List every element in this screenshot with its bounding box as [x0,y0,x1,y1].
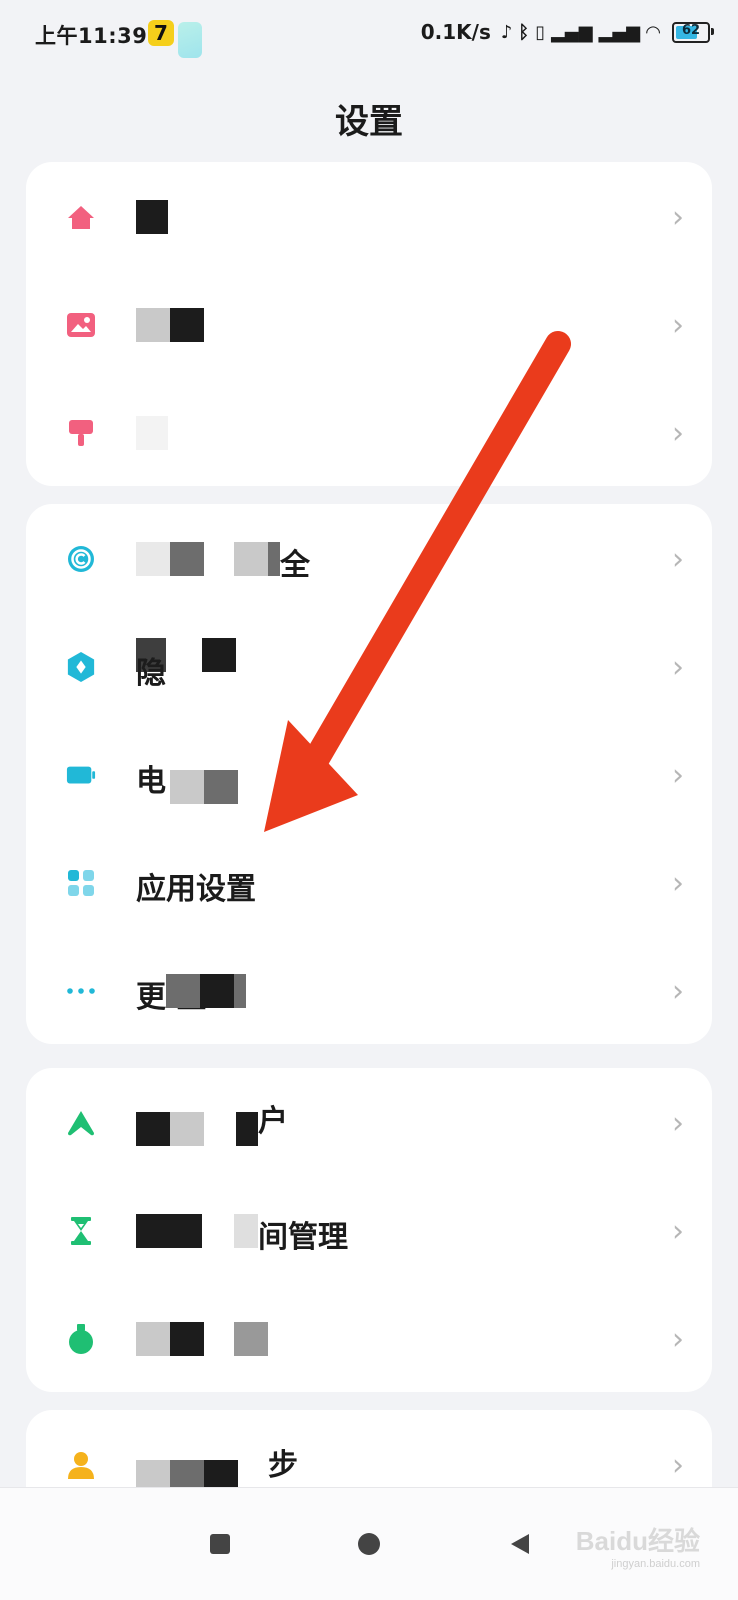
network-speed: 0.1K/s [420,20,491,44]
redaction-block [236,1112,258,1146]
a-logo-icon [66,1108,96,1138]
app-notification-icon-2 [178,22,202,58]
redaction-block [170,308,204,342]
chevron-right-icon: › [672,200,684,235]
home-button[interactable] [353,1528,385,1560]
redaction-block [268,542,280,576]
redaction-block [136,1214,202,1248]
redaction-block [234,974,246,1008]
settings-item-lab[interactable]: › [26,1284,712,1392]
settings-item-security[interactable]: 全 › [26,504,712,612]
redaction-block [136,542,170,576]
settings-item-app-settings[interactable]: 应用设置 › [26,828,712,936]
navigation-bar: Baidu经验 jingyan.baidu.com [0,1487,738,1600]
wifi-icon: ◠ [646,21,660,43]
settings-item-privacy[interactable]: 隐 › [26,612,712,720]
status-right: 0.1K/s ♪ ᛒ ▯ ▂▄▆ ▂▄▆ ◠ 62 [420,18,714,46]
redaction-block [136,200,168,234]
settings-item-account[interactable]: 户 › [26,1068,712,1176]
chevron-right-icon: › [672,542,684,577]
bluetooth-icon: ᛒ [518,21,530,43]
settings-group-2: 全 › 隐 › 电 › 应用设置 › 更 置 › [26,504,712,1044]
settings-item-label: 步 [268,1448,298,1483]
watermark-url: jingyan.baidu.com [611,1558,700,1570]
chevron-right-icon: › [672,866,684,901]
redaction-block [170,770,204,804]
user-icon [66,1450,96,1480]
watermark: Baidu经验 jingyan.baidu.com [576,1521,700,1570]
chevron-right-icon: › [672,1448,684,1483]
chevron-right-icon: › [672,650,684,685]
page-title: 设置 [335,102,403,142]
redaction-block [170,1112,204,1146]
flask-icon [66,1324,96,1354]
redaction-block [202,638,236,672]
back-button[interactable] [504,1528,536,1560]
chevron-right-icon: › [672,1322,684,1357]
redaction-block [234,1322,268,1356]
settings-item-label: 全 [280,548,310,583]
settings-item-home[interactable]: › [26,162,712,270]
recents-button[interactable] [204,1528,236,1560]
hourglass-icon [66,1216,96,1246]
settings-item-label: 间管理 [258,1220,348,1255]
redaction-block [234,542,268,576]
settings-item-label: 电 [136,764,166,799]
app-notification-icon: 7 [148,20,174,46]
signal-icon-2: ▂▄▆ [598,21,641,43]
battery-icon [66,760,96,790]
settings-item-more[interactable]: 更 置 › [26,936,712,1044]
redaction-block [136,638,166,672]
chevron-right-icon: › [672,1106,684,1141]
chevron-right-icon: › [672,416,684,451]
settings-item-label: 应用设置 [136,872,256,907]
settings-item-label: 户 [258,1104,288,1139]
settings-item-wallpaper[interactable]: › [26,270,712,378]
signal-icon: ▂▄▆ [551,21,593,43]
settings-item-theme[interactable]: › [26,378,712,486]
redaction-block [136,1112,170,1146]
redaction-block [204,770,238,804]
status-time: 上午11:39 [35,24,148,48]
redaction-block [170,1322,204,1356]
music-icon: ♪ [500,21,513,43]
vibrate-icon: ▯ [535,21,546,43]
settings-group-3: 户 › 间管理 › › [26,1068,712,1392]
apps-grid-icon [66,868,96,898]
redaction-block [170,542,204,576]
more-dots-icon [66,976,96,1006]
redaction-block [200,974,234,1008]
settings-group-1: › › › [26,162,712,486]
redaction-block [136,1322,170,1356]
redaction-block [234,1214,258,1248]
redaction-block [136,416,168,450]
chevron-right-icon: › [672,974,684,1009]
redaction-block [166,974,200,1008]
chevron-right-icon: › [672,1214,684,1249]
battery-icon: 62 [672,21,714,43]
status-bar: 上午11:39 7 0.1K/s ♪ ᛒ ▯ ▂▄▆ ▂▄▆ ◠ 62 [0,0,738,66]
privacy-hex-icon [66,652,96,682]
home-icon [66,202,96,232]
image-icon [66,310,96,340]
brush-icon [66,418,96,448]
copyright-icon [66,544,96,574]
redaction-block [136,308,170,342]
settings-item-time-management[interactable]: 间管理 › [26,1176,712,1284]
chevron-right-icon: › [672,308,684,343]
chevron-right-icon: › [672,758,684,793]
settings-item-battery[interactable]: 电 › [26,720,712,828]
watermark-brand: Baidu经验 [575,1526,700,1556]
